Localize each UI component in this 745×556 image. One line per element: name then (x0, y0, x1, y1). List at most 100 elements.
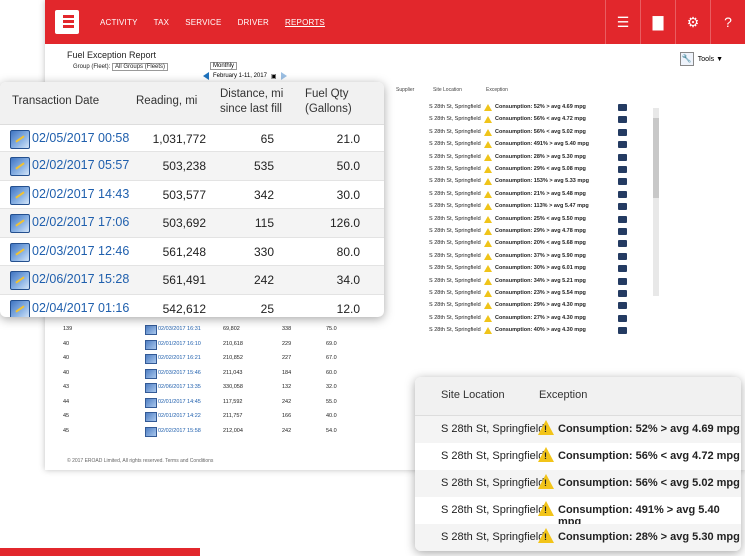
gear-icon[interactable]: ⚙ (675, 0, 710, 44)
document-icon[interactable] (618, 228, 627, 235)
exception-text: Consumption: 29% < avg 5.08 mpg (495, 166, 586, 172)
document-icon[interactable] (618, 290, 627, 297)
period-filter: Monthly (210, 62, 238, 70)
reading: 561,248 (162, 244, 206, 259)
table-scrollbar[interactable] (653, 108, 659, 296)
nav-driver[interactable]: DRIVER (238, 18, 269, 27)
document-icon[interactable] (618, 302, 627, 310)
document-icon[interactable] (618, 104, 627, 111)
fuel-receipt-icon[interactable] (145, 368, 157, 379)
document-icon[interactable] (618, 178, 627, 186)
document-icon[interactable] (618, 153, 627, 161)
zoom-exceptions-header: Site Location Exception (415, 377, 741, 416)
distance: 25 (260, 301, 274, 316)
period-select[interactable]: Monthly (210, 62, 238, 70)
distance: 65 (260, 132, 274, 146)
message-icon[interactable]: ▇ (640, 0, 675, 44)
reading: 117,592 (223, 398, 243, 405)
fuel-receipt-icon[interactable] (145, 339, 157, 350)
transaction-date-link[interactable]: 02/02/2017 15:58 (158, 428, 201, 434)
calendar-icon[interactable]: ▣ (271, 73, 277, 80)
site-location: S 28th St, Springfield (441, 423, 545, 435)
unit-id: 40 (63, 355, 70, 361)
transaction-date-link[interactable]: 02/02/2017 17:06 (32, 215, 129, 229)
transaction-date-link[interactable]: 02/04/2017 01:16 (32, 301, 129, 315)
transaction-date-link[interactable]: 02/02/2017 16:21 (158, 355, 201, 361)
fuel-receipt-icon[interactable] (145, 354, 157, 364)
document-icon[interactable] (618, 314, 627, 322)
nav-activity[interactable]: ACTIVITY (100, 18, 138, 27)
exception-zoom-header: Exception (539, 389, 588, 401)
eroad-logo[interactable] (55, 10, 79, 34)
exception-row: S 28th St, Springfield Consumption: 56% <… (415, 470, 741, 497)
distance-header-sub: since last fill (220, 103, 282, 115)
fuel-qty: 60.0 (326, 369, 337, 376)
warning-icon (538, 501, 554, 516)
document-icon[interactable] (618, 190, 627, 198)
document-icon[interactable] (618, 141, 627, 149)
table-row: 02/06/2017 15:28 561,491 242 34.0 (0, 266, 384, 295)
fuel-receipt-icon[interactable] (10, 214, 30, 233)
warning-icon (484, 141, 492, 149)
transaction-date-link[interactable]: 02/05/2017 00:58 (32, 131, 129, 145)
transaction-date-link[interactable]: 02/01/2017 14:45 (158, 399, 201, 405)
fuel-receipt-icon[interactable] (145, 325, 157, 335)
fuel-header: Fuel Qty (305, 88, 349, 100)
fuel-receipt-icon[interactable] (10, 242, 30, 262)
nav-service[interactable]: SERVICE (185, 18, 221, 27)
site-location: S 28th St, Springfield (429, 252, 481, 259)
transaction-date-link[interactable]: 02/03/2017 16:31 (158, 326, 201, 332)
document-icon[interactable] (618, 265, 627, 273)
tools-label: Tools ▼ (697, 55, 723, 63)
fuel-receipt-icon[interactable] (10, 157, 30, 176)
warning-icon (484, 215, 492, 223)
transaction-date-link[interactable]: 02/06/2017 15:28 (32, 272, 129, 286)
nav-reports[interactable]: REPORTS (285, 18, 325, 27)
fuel-receipt-icon[interactable] (145, 412, 157, 422)
reading: 503,692 (162, 216, 206, 230)
exception-text: Consumption: 52% > avg 4.69 mpg (495, 104, 586, 110)
transaction-date-link[interactable]: 02/02/2017 14:43 (32, 187, 129, 201)
document-icon[interactable] (618, 203, 627, 211)
fuel-receipt-icon[interactable] (145, 426, 157, 437)
scroll-thumb[interactable] (653, 118, 659, 198)
table-row: 02/02/2017 14:43 503,577 342 30.0 (0, 181, 384, 209)
group-select[interactable]: All Groups (Fleets) (112, 63, 169, 71)
site-location: S 28th St, Springfield (429, 178, 481, 185)
site-location: S 28th St, Springfield (429, 265, 481, 272)
document-icon[interactable] (618, 240, 627, 248)
document-icon[interactable] (618, 116, 627, 124)
site-location: S 28th St, Springfield (429, 240, 481, 247)
reading: 212,004 (223, 427, 243, 434)
previous-period-icon[interactable] (203, 72, 209, 80)
nav-tax[interactable]: TAX (154, 18, 170, 27)
transaction-date-link[interactable]: 02/03/2017 12:46 (32, 244, 129, 258)
transaction-date-link[interactable]: 02/01/2017 14:22 (158, 413, 201, 419)
transaction-date-link[interactable]: 02/03/2017 15:46 (158, 370, 201, 376)
help-icon[interactable]: ? (710, 0, 745, 44)
zoom-transactions-header: Transaction Date Reading, mi Distance, m… (0, 82, 384, 125)
document-icon[interactable] (618, 327, 627, 335)
site-location-zoom-header: Site Location (441, 389, 505, 401)
next-period-icon[interactable] (280, 72, 287, 80)
fuel-receipt-icon[interactable] (10, 271, 30, 290)
fuel-qty: 54.0 (326, 427, 337, 434)
document-icon[interactable] (618, 128, 627, 136)
tools-menu[interactable]: 🔧 Tools ▼ (679, 52, 723, 66)
warning-icon (538, 474, 554, 489)
document-icon[interactable] (618, 252, 627, 260)
fuel-receipt-icon[interactable] (145, 383, 157, 393)
document-icon[interactable] (618, 215, 627, 223)
document-icon[interactable] (618, 277, 627, 285)
fuel-receipt-icon[interactable] (10, 130, 30, 149)
site-location: S 28th St, Springfield (429, 215, 481, 222)
fuel-receipt-icon[interactable] (10, 299, 30, 317)
list-icon[interactable]: ☰ (605, 0, 640, 44)
document-icon[interactable] (618, 166, 627, 173)
fuel-receipt-icon[interactable] (145, 397, 157, 408)
transaction-date-link[interactable]: 02/01/2017 16:10 (158, 341, 201, 347)
fuel-receipt-icon[interactable] (10, 185, 30, 205)
exception-text: Consumption: 25% < avg 5.50 mpg (495, 215, 586, 222)
transaction-date-link[interactable]: 02/02/2017 05:57 (32, 158, 129, 172)
transaction-date-link[interactable]: 02/06/2017 13:35 (158, 384, 201, 390)
